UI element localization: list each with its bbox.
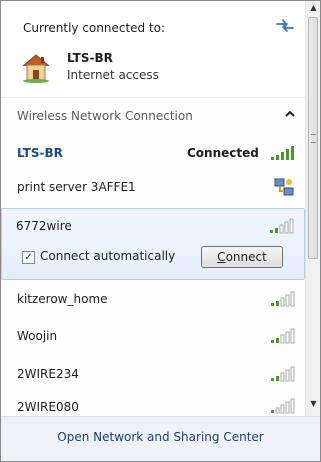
signal-strength-icon: [269, 398, 295, 414]
refresh-icon[interactable]: [273, 15, 297, 35]
network-name: Woojin: [17, 329, 58, 343]
connection-status: Connected: [187, 146, 259, 160]
section-header[interactable]: Wireless Network Connection: [1, 98, 305, 136]
network-name: 2WIRE080: [17, 400, 79, 414]
grip-icon: [311, 134, 316, 143]
house-network-icon: [21, 51, 51, 83]
connect-button[interactable]: Connect: [201, 246, 283, 268]
signal-strength-icon: [269, 328, 295, 344]
footer: Open Network and Sharing Center: [1, 416, 320, 461]
connection-header: Currently connected to: LTS-BR Internet …: [1, 1, 305, 98]
vertical-scrollbar[interactable]: ▲ ▼: [305, 1, 320, 416]
list-item[interactable]: LTS-BR Connected: [1, 136, 305, 170]
signal-strength-icon: [268, 218, 294, 234]
adhoc-network-icon: [273, 177, 295, 197]
connect-button-label: onnect: [225, 250, 267, 264]
current-network-name: LTS-BR: [67, 51, 113, 65]
scroll-down-arrow-icon[interactable]: ▼: [306, 399, 320, 411]
open-network-sharing-center-link[interactable]: Open Network and Sharing Center: [1, 430, 320, 444]
signal-strength-icon: [269, 291, 295, 307]
scroll-up-arrow-icon[interactable]: ▲: [306, 3, 320, 15]
signal-strength-icon: [269, 145, 295, 161]
network-name: 2WIRE234: [17, 367, 79, 381]
connect-automatically-checkbox[interactable]: ✓: [22, 251, 35, 264]
list-item[interactable]: Woojin: [1, 321, 305, 353]
network-name: 6772wire: [16, 219, 72, 233]
section-label: Wireless Network Connection: [17, 109, 193, 123]
list-item[interactable]: print server 3AFFE1: [1, 170, 305, 206]
network-name: kitzerow_home: [17, 292, 108, 306]
wifi-flyout: Currently connected to: LTS-BR Internet …: [0, 0, 321, 462]
scroll-thumb[interactable]: [308, 17, 318, 259]
chevron-up-icon[interactable]: [285, 110, 295, 121]
connect-automatically-label: Connect automatically: [40, 249, 176, 263]
list-item[interactable]: 2WIRE080: [1, 396, 305, 416]
list-item[interactable]: kitzerow_home: [1, 284, 305, 316]
network-name: LTS-BR: [17, 146, 63, 160]
network-name: print server 3AFFE1: [17, 180, 136, 194]
current-network-status: Internet access: [67, 68, 159, 82]
list-item[interactable]: 2WIRE234: [1, 359, 305, 391]
list-item[interactable]: 6772wire ✓ Connect automatically Connect: [1, 208, 305, 280]
signal-strength-icon: [269, 366, 295, 382]
header-title: Currently connected to:: [23, 21, 166, 35]
network-list: Wireless Network Connection LTS-BR Conne…: [1, 98, 305, 416]
connect-button-accel: C: [217, 250, 226, 264]
